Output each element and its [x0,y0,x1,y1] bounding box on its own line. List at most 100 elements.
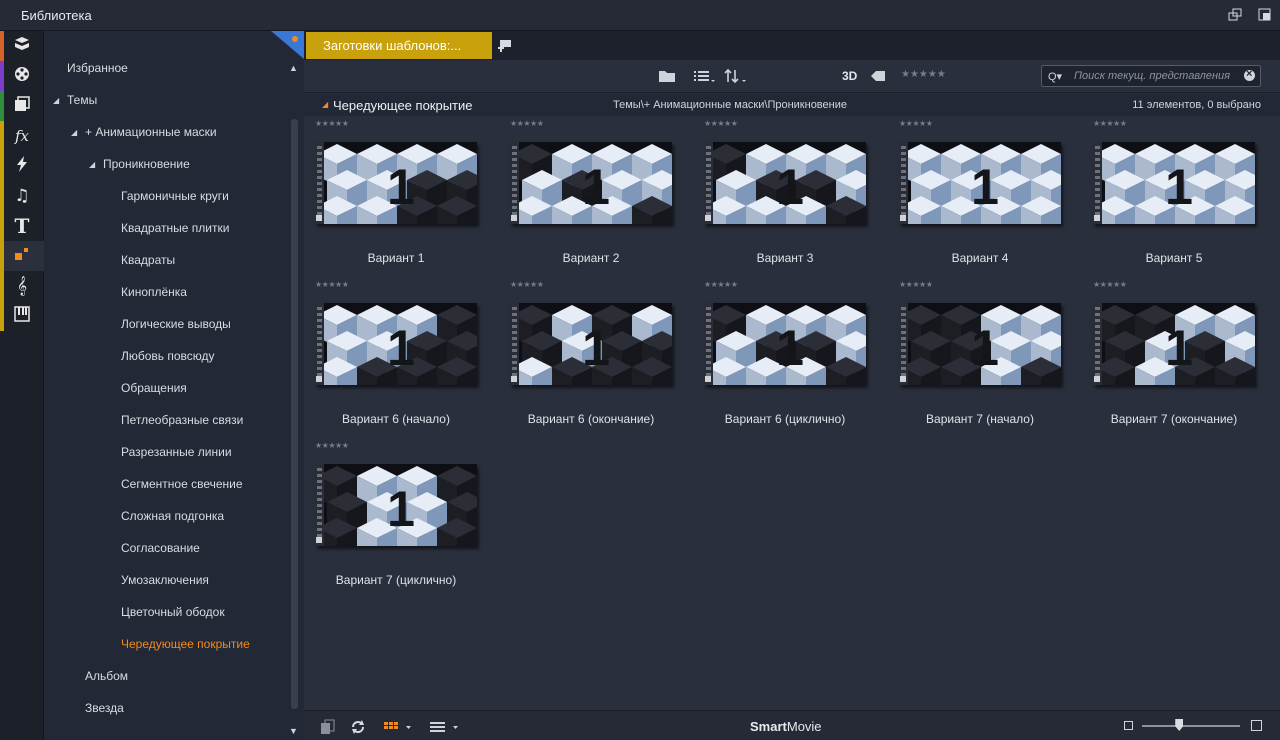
rating-stars[interactable]: ★★★★★ [510,119,544,128]
asset-thumbnail[interactable]: 1 [899,142,1061,224]
tree-item[interactable]: Логические выводы [121,317,231,331]
asset-card[interactable]: ★★★★★ 1 Вариант 1 [304,116,498,277]
asset-thumbnail[interactable]: 1 [899,303,1061,385]
asset-thumbnail[interactable]: 1 [1093,142,1255,224]
tree-item[interactable]: + Анимационные маски [85,125,217,139]
sync-icon[interactable] [350,719,366,735]
film-reel-icon [13,65,31,88]
asset-thumbnail[interactable]: 1 [510,303,672,385]
rail-item-media[interactable] [0,61,44,91]
library-window: Библиотека fx ♫ T 𝄞 ▲ ▼ Избранное ◢ Темы ◢ + Ан… [0,0,1280,740]
tree-item[interactable]: Цветочный ободок [121,605,225,619]
tree-item[interactable]: Избранное [67,61,128,75]
asset-card[interactable]: ★★★★★ 1 Вариант 7 (начало) [888,277,1082,438]
tag-filter-icon[interactable] [870,69,886,83]
asset-card[interactable]: ★★★★★ 1 Вариант 7 (циклично) [304,438,498,599]
view-options-icon[interactable] [693,69,717,83]
restore-icon[interactable] [1258,8,1272,22]
asset-card[interactable]: ★★★★★ 1 Вариант 4 [888,116,1082,277]
tree-item[interactable]: Разрезанные линии [121,445,232,459]
folder-icon[interactable] [658,69,676,83]
zoom-out-icon[interactable] [1124,721,1133,730]
asset-thumbnail[interactable]: 1 [704,303,866,385]
asset-card[interactable]: ★★★★★ 1 Вариант 6 (окончание) [499,277,693,438]
copy-icon[interactable] [320,719,336,735]
tree-expand-arrow-icon[interactable]: ◢ [89,160,95,169]
rail-item-titles[interactable]: T [0,211,44,241]
zoom-slider-thumb[interactable] [1175,719,1184,731]
tree-item[interactable]: Сложная подгонка [121,509,224,523]
tree-item[interactable]: Звезда [85,701,124,715]
rating-filter[interactable]: ★★★★★ [901,69,946,80]
clear-search-icon[interactable] [1244,68,1255,81]
tree-item[interactable]: Темы [67,93,97,107]
asset-thumbnail[interactable]: 1 [315,303,477,385]
scroll-up-icon[interactable]: ▲ [289,63,298,73]
asset-thumbnail[interactable]: 1 [315,464,477,546]
asset-card[interactable]: ★★★★★ 1 Вариант 6 (циклично) [693,277,887,438]
rating-stars[interactable]: ★★★★★ [704,280,738,289]
tree-item[interactable]: Альбом [85,669,128,683]
tree-item[interactable]: Сегментное свечение [121,477,243,491]
asset-thumbnail[interactable]: 1 [704,142,866,224]
zoom-slider[interactable] [1142,725,1240,727]
tree-scrollbar[interactable] [291,119,298,709]
tree-item[interactable]: Петлеобразные связи [121,413,243,427]
rail-item-transitions[interactable] [0,151,44,181]
tree-item[interactable]: Умозаключения [121,573,209,587]
rail-item-projects[interactable] [0,31,44,61]
asset-thumbnail[interactable]: 1 [1093,303,1255,385]
rating-stars[interactable]: ★★★★★ [315,280,349,289]
tree-expand-arrow-icon[interactable]: ◢ [53,96,59,105]
rating-stars[interactable]: ★★★★★ [1093,280,1127,289]
rating-stars[interactable]: ★★★★★ [1093,119,1127,128]
asset-card[interactable]: ★★★★★ 1 Вариант 7 (окончание) [1082,277,1276,438]
tree-expand-arrow-icon[interactable]: ◢ [71,128,77,137]
collapse-arrow-icon[interactable]: ◢ [322,100,328,109]
zoom-in-icon[interactable] [1251,720,1262,731]
asset-card[interactable]: ★★★★★ 1 Вариант 2 [499,116,693,277]
library-tree: ▲ ▼ Избранное ◢ Темы ◢ + Анимационные маски ◢… [44,31,304,740]
list-view-icon[interactable] [429,719,461,735]
rating-stars[interactable]: ★★★★★ [315,119,349,128]
tree-item[interactable]: Гармоничные круги [121,189,229,203]
smartmovie-button[interactable]: SmartMovie [750,719,822,734]
tree-item[interactable]: Обращения [121,381,187,395]
rail-item-effects[interactable]: fx [0,121,44,151]
rail-item-soundtrack[interactable]: 𝄞 [0,271,44,301]
rail-item-music[interactable]: ♫ [0,181,44,211]
asset-card[interactable]: ★★★★★ 1 Вариант 3 [693,116,887,277]
rating-stars[interactable]: ★★★★★ [899,119,933,128]
asset-card[interactable]: ★★★★★ 1 Вариант 6 (начало) [304,277,498,438]
rail-item-montage[interactable] [0,241,44,271]
rating-stars[interactable]: ★★★★★ [899,280,933,289]
tree-item[interactable]: Проникновение [103,157,190,171]
rating-stars[interactable]: ★★★★★ [510,280,544,289]
tree-item[interactable]: Чередующее покрытие [121,637,250,651]
rail-item-scorefitter[interactable] [0,301,44,331]
rating-stars[interactable]: ★★★★★ [704,119,738,128]
sort-icon[interactable] [724,69,748,83]
tree-item[interactable]: Квадратные плитки [121,221,229,235]
window-title: Библиотека [21,8,92,23]
asset-thumbnail[interactable]: 1 [510,142,672,224]
search-input[interactable]: Q▾ Поиск текущ. представления [1041,65,1261,87]
asset-card[interactable]: ★★★★★ 1 Вариант 5 [1082,116,1276,277]
add-tab-icon[interactable] [497,38,513,52]
tree-item[interactable]: Согласование [121,541,200,555]
asset-thumbnail[interactable]: 1 [315,142,477,224]
undock-icon[interactable] [1228,8,1242,22]
search-icon[interactable]: Q▾ [1048,70,1062,83]
3d-filter-button[interactable]: 3D [842,69,857,83]
svg-text:1: 1 [582,320,610,376]
tree-item[interactable]: Киноплёнка [121,285,187,299]
rail-item-collections[interactable] [0,91,44,121]
grid-view-icon[interactable] [383,719,413,735]
tree-item[interactable]: Квадраты [121,253,175,267]
category-rail: fx ♫ T 𝄞 [0,31,44,740]
tab-presets[interactable]: Заготовки шаблонов:... [306,32,492,59]
corner-pin-icon[interactable] [271,31,304,59]
scroll-down-icon[interactable]: ▼ [289,726,298,736]
tree-item[interactable]: Любовь повсюду [121,349,215,363]
rating-stars[interactable]: ★★★★★ [315,441,349,450]
